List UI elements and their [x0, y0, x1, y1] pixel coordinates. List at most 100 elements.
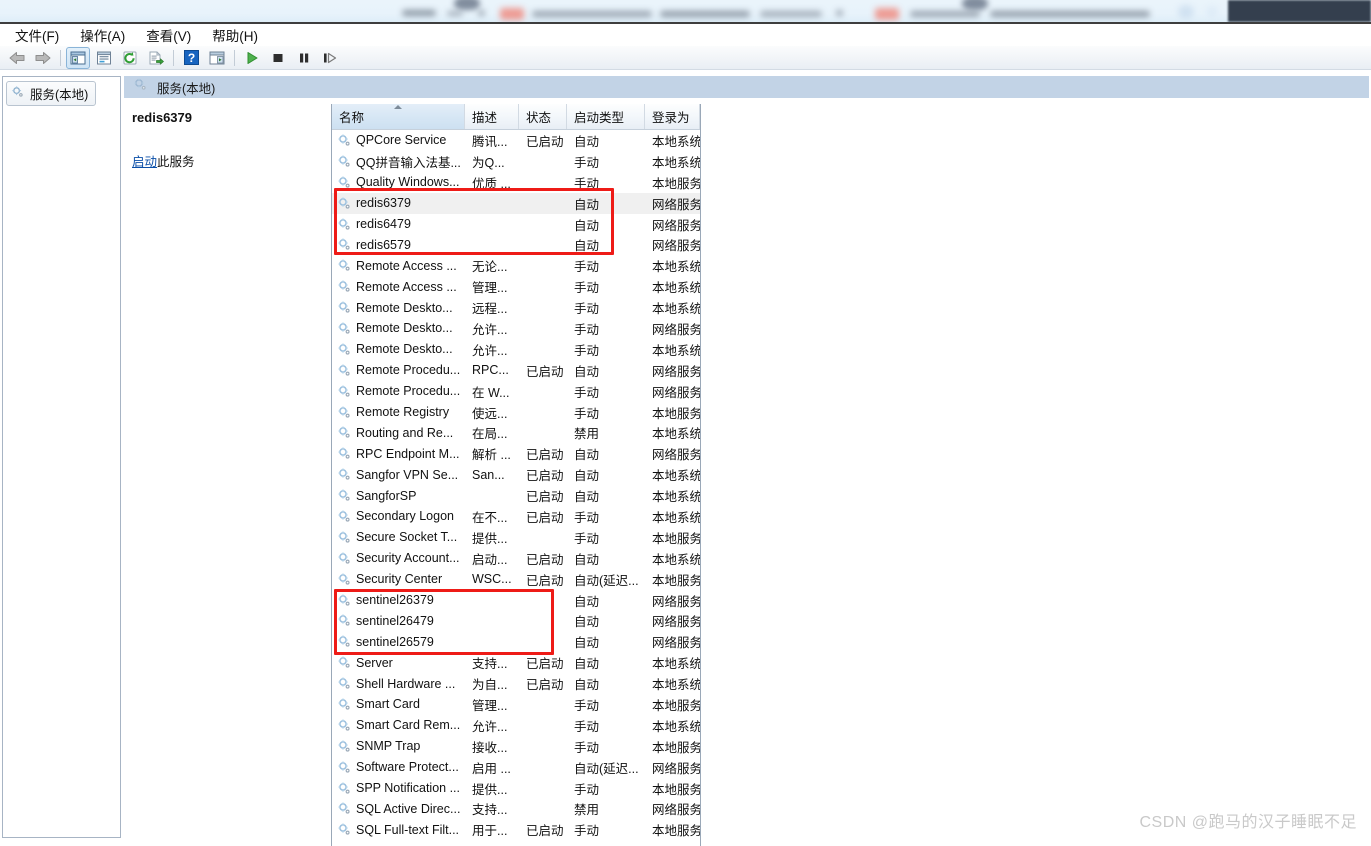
table-row[interactable]: Secure Socket T... 提供... 手动 本地服务 — [332, 527, 700, 548]
toolbar-stop-service[interactable] — [266, 47, 290, 69]
table-row[interactable]: QPCore Service 腾讯... 已启动 自动 本地系统 — [332, 130, 700, 151]
service-gear-icon — [337, 801, 352, 816]
cell-startup-type: 禁用 — [574, 803, 600, 818]
table-row[interactable]: QQ拼音输入法基... 为Q... 手动 本地系统 — [332, 151, 700, 172]
toolbar-export-list[interactable] — [144, 47, 168, 69]
table-row[interactable]: RPC Endpoint M... 解析 ... 已启动 自动 网络服务 — [332, 443, 700, 464]
toolbar-restart-service[interactable] — [318, 47, 342, 69]
toolbar-help[interactable]: ? — [179, 47, 203, 69]
cell-service-name: redis6579 — [332, 237, 465, 252]
table-row[interactable]: Remote Deskto... 允许... 手动 本地系统 — [332, 339, 700, 360]
cell-description: 启动... — [472, 552, 508, 567]
table-row[interactable]: sentinel26379 自动 网络服务 — [332, 590, 700, 611]
table-row[interactable]: SangforSP 已启动 自动 本地系统 — [332, 485, 700, 506]
table-row[interactable]: redis6379 自动 网络服务 — [332, 192, 700, 214]
toolbar: ? — [0, 46, 1371, 70]
table-row[interactable]: Remote Deskto... 允许... 手动 网络服务 — [332, 318, 700, 339]
table-row[interactable]: Routing and Re... 在局... 禁用 本地系统 — [332, 422, 700, 443]
cell-service-name: sentinel26379 — [332, 593, 465, 608]
table-row[interactable]: sentinel26579 自动 网络服务 — [332, 631, 700, 652]
services-mmc-window: 服务 文件(F) 操作(A) 查看(V) 帮助(H) — [0, 0, 1371, 846]
toolbar-forward[interactable] — [31, 47, 55, 69]
service-gear-icon — [337, 676, 352, 691]
toolbar-pause-service[interactable] — [292, 47, 316, 69]
menu-view[interactable]: 查看(V) — [136, 23, 202, 47]
table-row[interactable]: Secondary Logon 在不... 已启动 手动 本地系统 — [332, 506, 700, 527]
cell-service-name: sentinel26579 — [332, 634, 465, 649]
table-row[interactable]: Remote Access ... 无论... 手动 本地系统 — [332, 255, 700, 276]
table-row[interactable]: Remote Procedu... 在 W... 手动 网络服务 — [332, 381, 700, 402]
table-row[interactable]: Smart Card 管理... 手动 本地服务 — [332, 694, 700, 715]
table-row[interactable]: SPP Notification ... 提供... 手动 本地服务 — [332, 778, 700, 799]
cell-startup-type: 手动 — [574, 531, 600, 546]
table-row[interactable]: Security Account... 启动... 已启动 自动 本地系统 — [332, 548, 700, 569]
table-row[interactable]: SQL Full-text Filt... 用于... 已启动 手动 本地服务 — [332, 819, 700, 840]
table-row[interactable]: Remote Procedu... RPC... 已启动 自动 网络服务 — [332, 360, 700, 381]
service-gear-icon — [337, 760, 352, 775]
cell-service-name: Remote Deskto... — [332, 342, 465, 357]
table-row[interactable]: Quality Windows... 优质 ... 手动 本地服务 — [332, 172, 700, 193]
table-row[interactable]: Remote Registry 使远... 手动 本地服务 — [332, 402, 700, 423]
table-row[interactable]: Security Center WSC... 已启动 自动(延迟... 本地服务 — [332, 569, 700, 590]
toolbar-show-action-pane[interactable] — [205, 47, 229, 69]
service-name-text: sentinel26579 — [356, 634, 434, 649]
cell-logon-as: 本地系统 — [652, 510, 700, 525]
cell-startup-type: 手动 — [574, 176, 600, 191]
service-gear-icon — [337, 718, 352, 733]
toolbar-refresh[interactable] — [118, 47, 142, 69]
cell-service-name: Sangfor VPN Se... — [332, 467, 465, 482]
cell-logon-as: 本地系统 — [652, 657, 700, 672]
table-row[interactable]: Sangfor VPN Se... San... 已启动 自动 本地系统 — [332, 464, 700, 485]
cell-logon-as: 本地系统 — [652, 260, 700, 275]
column-header-logon-as[interactable]: 登录为 — [645, 104, 700, 129]
column-header-description[interactable]: 描述 — [465, 104, 519, 129]
column-header-name[interactable]: 名称 — [332, 104, 465, 129]
cell-service-name: Secure Socket T... — [332, 530, 465, 545]
cell-startup-type: 手动 — [574, 510, 600, 525]
table-row[interactable]: Remote Deskto... 远程... 手动 本地系统 — [332, 297, 700, 318]
service-gear-icon — [337, 175, 352, 190]
column-header-startup-type[interactable]: 启动类型 — [567, 104, 645, 129]
cell-status: 已启动 — [526, 510, 564, 525]
table-row[interactable]: SQL Active Direc... 支持... 禁用 网络服务 — [332, 799, 700, 820]
cell-status: 已启动 — [526, 448, 564, 463]
cell-status: 已启动 — [526, 552, 564, 567]
table-row[interactable]: Shell Hardware ... 为自... 已启动 自动 本地系统 — [332, 673, 700, 694]
service-name-text: SPP Notification ... — [356, 781, 460, 796]
table-row[interactable]: Server 支持... 已启动 自动 本地系统 — [332, 652, 700, 673]
cell-logon-as: 本地系统 — [652, 155, 700, 170]
services-list-view[interactable]: 名称 描述 状态 启动类型 登录为 QPCore Service 腾讯... 已… — [331, 104, 701, 846]
cell-logon-as: 本地系统 — [652, 281, 700, 296]
menu-file[interactable]: 文件(F) — [5, 23, 70, 47]
table-row[interactable]: Smart Card Rem... 允许... 手动 本地系统 — [332, 715, 700, 736]
table-row[interactable]: SNMP Trap 接收... 手动 本地服务 — [332, 736, 700, 757]
cell-service-name: Remote Deskto... — [332, 300, 465, 315]
cell-description: San... — [472, 467, 505, 482]
cell-logon-as: 本地服务 — [652, 824, 700, 839]
column-header-status[interactable]: 状态 — [519, 104, 567, 129]
table-row[interactable]: Software Protect... 启用 ... 自动(延迟... 网络服务 — [332, 757, 700, 778]
menu-help[interactable]: 帮助(H) — [202, 23, 269, 47]
table-row[interactable]: redis6479 自动 网络服务 — [332, 214, 700, 235]
cell-startup-type: 手动 — [574, 155, 600, 170]
cell-service-name: Shell Hardware ... — [332, 676, 465, 691]
table-row[interactable]: sentinel26479 自动 网络服务 — [332, 610, 700, 631]
toolbar-start-service[interactable] — [240, 47, 264, 69]
services-list-body[interactable]: QPCore Service 腾讯... 已启动 自动 本地系统 QQ拼音输入法基...… — [332, 130, 700, 840]
table-row[interactable]: Remote Access ... 管理... 手动 本地系统 — [332, 276, 700, 297]
start-service-link[interactable]: 启动 — [132, 155, 157, 169]
menu-action[interactable]: 操作(A) — [70, 23, 136, 47]
toolbar-show-hide-console-tree[interactable] — [66, 46, 90, 69]
table-row[interactable]: redis6579 自动 网络服务 — [332, 234, 700, 255]
service-gear-icon — [337, 446, 352, 461]
toolbar-back[interactable] — [5, 47, 29, 69]
cell-description: 在局... — [472, 427, 508, 442]
service-gear-icon — [337, 655, 352, 670]
cell-startup-type: 自动(延迟... — [574, 573, 639, 588]
toolbar-properties[interactable] — [92, 47, 116, 69]
service-gear-icon — [337, 154, 352, 169]
cell-startup-type: 手动 — [574, 782, 600, 797]
sidebar-item-services-local[interactable]: 服务(本地) — [6, 81, 97, 106]
cell-logon-as: 本地服务 — [652, 531, 700, 546]
cell-description: 管理... — [472, 698, 508, 713]
